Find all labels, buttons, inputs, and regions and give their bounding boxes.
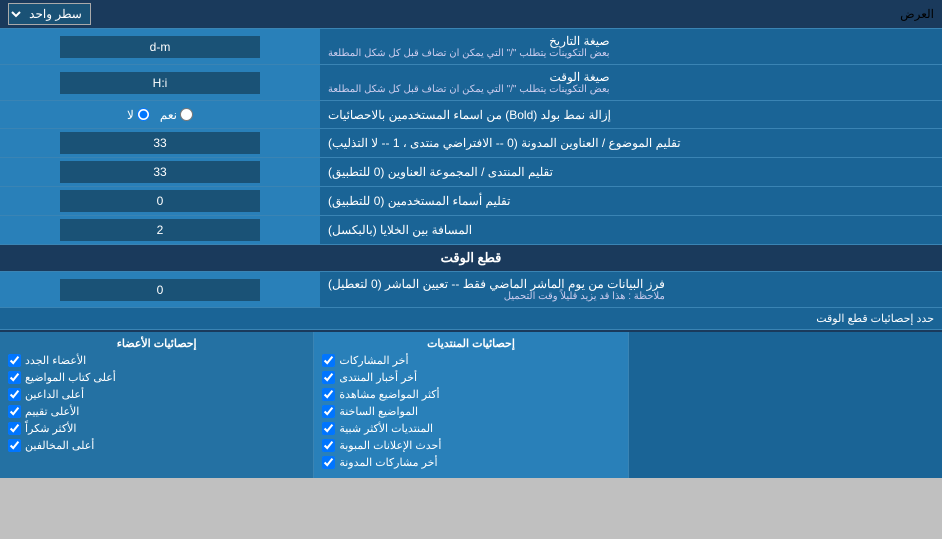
forum-group-input[interactable]	[60, 161, 260, 183]
checkboxes-section: إحصائيات المنتديات أخر المشاركات أخر أخب…	[0, 330, 942, 478]
checkbox-blog-posts[interactable]	[322, 456, 335, 469]
checkbox-row-similar-forums: المنتديات الأكثر شبية	[322, 422, 619, 435]
bold-radio-group: نعم لا	[127, 108, 193, 122]
limit-section: حدد إحصائيات قطع الوقت	[0, 308, 942, 330]
forum-group-row: تقليم المنتدى / المجموعة العناوين (0 للت…	[0, 158, 942, 187]
checkbox-classifieds[interactable]	[322, 439, 335, 452]
checkbox-row-top-violators: أعلى المخالفين	[8, 439, 305, 452]
time-format-row: صيغة الوقت بعض التكوينات يتطلب "/" التي …	[0, 65, 942, 101]
col1-header: إحصائيات الأعضاء	[8, 337, 305, 350]
display-select[interactable]: سطر واحد	[8, 3, 91, 25]
checkbox-col-forums: إحصائيات المنتديات أخر المشاركات أخر أخب…	[313, 332, 627, 478]
checkbox-row-blog-posts: أخر مشاركات المدونة	[322, 456, 619, 469]
cell-spacing-input[interactable]	[60, 219, 260, 241]
time-format-label: صيغة الوقت بعض التكوينات يتطلب "/" التي …	[320, 65, 942, 100]
topics-threads-input-area	[0, 129, 320, 157]
checkbox-row-most-thanked: الأكثر شكراً	[8, 422, 305, 435]
date-format-input-area	[0, 29, 320, 64]
bold-setting-input-area: نعم لا	[0, 101, 320, 128]
checkbox-top-rated[interactable]	[8, 405, 21, 418]
checkbox-row-top-writers: أعلى كتاب المواضيع	[8, 371, 305, 384]
time-format-input-area	[0, 65, 320, 100]
checkbox-row-classifieds: أحدث الإعلانات المبوبة	[322, 439, 619, 452]
col2-header: إحصائيات المنتديات	[322, 337, 619, 350]
checkbox-row-shares: أخر المشاركات	[322, 354, 619, 367]
time-cutoff-header: قطع الوقت	[0, 245, 942, 272]
forum-group-input-area	[0, 158, 320, 186]
checkbox-col-empty	[628, 332, 942, 478]
date-format-input[interactable]	[60, 36, 260, 58]
topics-threads-input[interactable]	[60, 132, 260, 154]
time-cutoff-row: فرز البيانات من يوم الماشر الماضي فقط --…	[0, 272, 942, 308]
time-format-input[interactable]	[60, 72, 260, 94]
checkbox-row-top-inviters: أعلى الداعين	[8, 388, 305, 401]
checkbox-row-most-viewed: أكثر المواضيع مشاهدة	[322, 388, 619, 401]
topics-threads-row: تقليم الموضوع / العناوين المدونة (0 -- ا…	[0, 129, 942, 158]
bold-no-label[interactable]: لا	[127, 108, 150, 122]
date-format-row: صيغة التاريخ بعض التكوينات يتطلب "/" الت…	[0, 29, 942, 65]
checkbox-col-members: إحصائيات الأعضاء الأعضاء الجدد أعلى كتاب…	[0, 332, 313, 478]
usernames-label: تقليم أسماء المستخدمين (0 للتطبيق)	[320, 187, 942, 215]
checkbox-similar-forums[interactable]	[322, 422, 335, 435]
date-format-label: صيغة التاريخ بعض التكوينات يتطلب "/" الت…	[320, 29, 942, 64]
checkbox-top-inviters[interactable]	[8, 388, 21, 401]
checkbox-row-top-rated: الأعلى تقييم	[8, 405, 305, 418]
bold-setting-row: إزالة نمط بولد (Bold) من اسماء المستخدمي…	[0, 101, 942, 129]
time-cutoff-input[interactable]	[60, 279, 260, 301]
checkbox-row-hot-topics: المواضيع الساخنة	[322, 405, 619, 418]
bold-yes-label[interactable]: نعم	[160, 108, 193, 122]
bold-no-radio[interactable]	[137, 108, 150, 121]
main-container: العرض سطر واحد صيغة التاريخ بعض التكوينا…	[0, 0, 942, 478]
checkbox-most-viewed[interactable]	[322, 388, 335, 401]
cell-spacing-label: المسافة بين الخلايا (بالبكسل)	[320, 216, 942, 244]
time-cutoff-label: فرز البيانات من يوم الماشر الماضي فقط --…	[320, 272, 942, 307]
checkbox-row-new-members: الأعضاء الجدد	[8, 354, 305, 367]
usernames-input[interactable]	[60, 190, 260, 212]
usernames-input-area	[0, 187, 320, 215]
cell-spacing-row: المسافة بين الخلايا (بالبكسل)	[0, 216, 942, 245]
topics-threads-label: تقليم الموضوع / العناوين المدونة (0 -- ا…	[320, 129, 942, 157]
usernames-row: تقليم أسماء المستخدمين (0 للتطبيق)	[0, 187, 942, 216]
checkbox-top-writers[interactable]	[8, 371, 21, 384]
checkbox-hot-topics[interactable]	[322, 405, 335, 418]
bold-yes-radio[interactable]	[180, 108, 193, 121]
bold-setting-label: إزالة نمط بولد (Bold) من اسماء المستخدمي…	[320, 101, 942, 128]
checkbox-forum-news[interactable]	[322, 371, 335, 384]
forum-group-label: تقليم المنتدى / المجموعة العناوين (0 للت…	[320, 158, 942, 186]
checkbox-row-forum-news: أخر أخبار المنتدى	[322, 371, 619, 384]
checkbox-top-violators[interactable]	[8, 439, 21, 452]
time-cutoff-input-area	[0, 272, 320, 307]
checkbox-most-thanked[interactable]	[8, 422, 21, 435]
top-label: العرض	[900, 7, 934, 21]
top-row: العرض سطر واحد	[0, 0, 942, 29]
cell-spacing-input-area	[0, 216, 320, 244]
checkbox-shares[interactable]	[322, 354, 335, 367]
checkbox-new-members[interactable]	[8, 354, 21, 367]
